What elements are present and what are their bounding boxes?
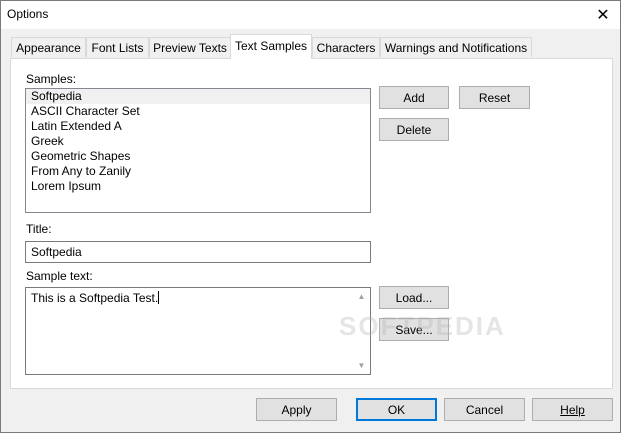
scroll-up-icon[interactable]: ▲	[353, 288, 370, 305]
title-bar: Options ✕	[1, 1, 620, 29]
text-caret	[158, 291, 160, 304]
tab-font-lists[interactable]: Font Lists	[86, 37, 149, 57]
watermark: SOFTPEDIA	[339, 311, 506, 341]
reset-button[interactable]: Reset	[459, 86, 530, 109]
list-item[interactable]: Latin Extended A	[26, 119, 370, 134]
title-label: Title:	[26, 222, 52, 236]
apply-button[interactable]: Apply	[256, 398, 337, 421]
tab-warnings-notifications[interactable]: Warnings and Notifications	[380, 37, 532, 57]
list-item[interactable]: Softpedia	[26, 89, 370, 104]
tab-characters[interactable]: Characters	[312, 37, 380, 57]
title-field[interactable]: Softpedia	[25, 241, 371, 263]
tab-appearance[interactable]: Appearance	[11, 37, 86, 57]
cancel-button[interactable]: Cancel	[444, 398, 525, 421]
tab-text-samples[interactable]: Text Samples	[230, 34, 312, 59]
add-button[interactable]: Add	[379, 86, 449, 109]
scroll-down-icon[interactable]: ▼	[353, 357, 370, 374]
list-item[interactable]: From Any to Zanily	[26, 164, 370, 179]
options-dialog: Options ✕ Appearance Font Lists Preview …	[0, 0, 621, 433]
list-item[interactable]: Greek	[26, 134, 370, 149]
tab-preview-texts[interactable]: Preview Texts	[149, 37, 231, 57]
list-item[interactable]: Geometric Shapes	[26, 149, 370, 164]
sample-text-value: This is a Softpedia Test.	[31, 291, 159, 305]
delete-button[interactable]: Delete	[379, 118, 449, 141]
help-button[interactable]: Help	[532, 398, 613, 421]
sample-text-area[interactable]: This is a Softpedia Test. ▲ ▼	[25, 287, 371, 375]
samples-label: Samples:	[26, 72, 77, 86]
ok-button[interactable]: OK	[356, 398, 437, 421]
close-icon[interactable]: ✕	[586, 1, 620, 29]
sample-text-label: Sample text:	[26, 269, 93, 283]
list-item[interactable]: ASCII Character Set	[26, 104, 370, 119]
samples-list[interactable]: Softpedia ASCII Character Set Latin Exte…	[25, 88, 371, 213]
list-item[interactable]: Lorem Ipsum	[26, 179, 370, 194]
window-title: Options	[7, 7, 49, 21]
load-button[interactable]: Load...	[379, 286, 449, 309]
